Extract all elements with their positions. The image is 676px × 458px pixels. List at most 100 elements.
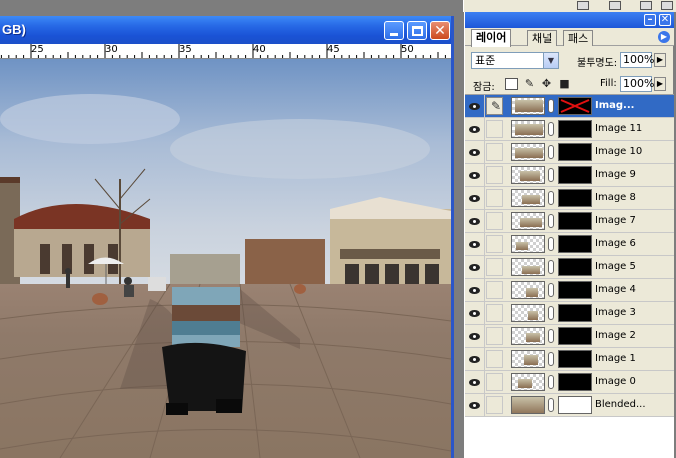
layer-visibility-toggle[interactable] (465, 348, 485, 370)
layer-visibility-toggle[interactable] (465, 256, 485, 278)
layer-row[interactable]: ✎ Imag... (465, 95, 674, 118)
fill-arrow-icon[interactable]: ▶ (654, 77, 666, 91)
chain-link-icon[interactable] (548, 352, 554, 366)
lock-icon[interactable]: ■ (558, 78, 571, 90)
layer-mask-thumbnail[interactable] (558, 327, 592, 345)
layer-thumbnail[interactable] (511, 189, 545, 207)
chevron-down-icon[interactable]: ▼ (543, 53, 558, 68)
layer-thumbnail[interactable] (511, 258, 545, 276)
layer-visibility-toggle[interactable] (465, 210, 485, 232)
layer-visibility-toggle[interactable] (465, 141, 485, 163)
layer-mask-thumbnail[interactable] (558, 396, 592, 414)
layer-row[interactable]: Image 8 (465, 187, 674, 210)
layer-visibility-toggle[interactable] (465, 279, 485, 301)
layer-thumbnail[interactable] (511, 281, 545, 299)
layer-mask-thumbnail[interactable] (558, 97, 592, 115)
layer-visibility-toggle[interactable] (465, 118, 485, 140)
layer-visibility-toggle[interactable] (465, 233, 485, 255)
chain-link-icon[interactable] (548, 145, 554, 159)
layer-row[interactable]: Image 4 (465, 279, 674, 302)
chain-link-icon[interactable] (548, 214, 554, 228)
panel-minimize-button[interactable]: – (644, 14, 656, 26)
layer-row[interactable]: Image 10 (465, 141, 674, 164)
chain-link-icon[interactable] (548, 191, 554, 205)
layer-link-toggle[interactable]: ✎ (486, 97, 503, 115)
layer-thumbnail[interactable] (511, 396, 545, 414)
layer-visibility-toggle[interactable] (465, 394, 485, 416)
layer-row[interactable]: Image 3 (465, 302, 674, 325)
chain-link-icon[interactable] (548, 122, 554, 136)
layer-link-toggle[interactable] (486, 212, 503, 230)
layer-row[interactable]: Image 11 (465, 118, 674, 141)
layer-mask-thumbnail[interactable] (558, 166, 592, 184)
layer-thumbnail[interactable] (511, 373, 545, 391)
layer-row[interactable]: Image 6 (465, 233, 674, 256)
layer-visibility-toggle[interactable] (465, 164, 485, 186)
layer-link-toggle[interactable] (486, 281, 503, 299)
layer-link-toggle[interactable] (486, 350, 503, 368)
layer-visibility-toggle[interactable] (465, 371, 485, 393)
layer-link-toggle[interactable] (486, 304, 503, 322)
layer-thumbnail[interactable] (511, 143, 545, 161)
layer-mask-thumbnail[interactable] (558, 120, 592, 138)
opacity-arrow-icon[interactable]: ▶ (654, 53, 666, 67)
chain-link-icon[interactable] (548, 398, 554, 412)
horizontal-ruler[interactable]: 25 30 35 40 45 50 (0, 44, 451, 59)
layer-link-toggle[interactable] (486, 327, 503, 345)
close-button[interactable]: ✕ (430, 21, 450, 40)
layer-visibility-toggle[interactable] (465, 95, 485, 117)
layer-mask-thumbnail[interactable] (558, 235, 592, 253)
blend-mode-select[interactable]: 표준 ▼ (471, 52, 559, 69)
layer-link-toggle[interactable] (486, 189, 503, 207)
layer-row[interactable]: Image 2 (465, 325, 674, 348)
tab-layers[interactable]: 레이어 (471, 29, 512, 47)
chain-link-icon[interactable] (548, 237, 554, 251)
grid-icon[interactable] (661, 1, 673, 10)
image-canvas[interactable] (0, 59, 451, 458)
layer-visibility-toggle[interactable] (465, 325, 485, 347)
layer-row[interactable]: Image 5 (465, 256, 674, 279)
layer-row[interactable]: Blended... (465, 394, 674, 417)
layer-thumbnail[interactable] (511, 304, 545, 322)
layer-thumbnail[interactable] (511, 212, 545, 230)
panel-menu-arrow-icon[interactable]: ▶ (658, 31, 670, 43)
opacity-input[interactable]: 100% (620, 52, 654, 68)
layer-mask-thumbnail[interactable] (558, 189, 592, 207)
maximize-button[interactable] (407, 21, 427, 40)
layer-visibility-toggle[interactable] (465, 302, 485, 324)
chain-link-icon[interactable] (548, 168, 554, 182)
palette-icon[interactable] (577, 1, 589, 10)
chain-link-icon[interactable] (548, 306, 554, 320)
minimize-button[interactable] (384, 21, 404, 40)
layer-thumbnail[interactable] (511, 166, 545, 184)
layer-link-toggle[interactable] (486, 166, 503, 184)
layer-row[interactable]: Image 9 (465, 164, 674, 187)
chain-link-icon[interactable] (548, 283, 554, 297)
panel-titlebar[interactable]: – ✕ (465, 12, 674, 28)
layer-mask-thumbnail[interactable] (558, 143, 592, 161)
layer-link-toggle[interactable] (486, 120, 503, 138)
chain-link-icon[interactable] (548, 329, 554, 343)
layer-thumbnail[interactable] (511, 120, 545, 138)
layer-thumbnail[interactable] (511, 350, 545, 368)
layer-mask-thumbnail[interactable] (558, 350, 592, 368)
layer-link-toggle[interactable] (486, 143, 503, 161)
chain-link-icon[interactable] (548, 375, 554, 389)
trash-icon[interactable] (640, 1, 652, 10)
panel-close-button[interactable]: ✕ (659, 14, 671, 26)
layer-mask-thumbnail[interactable] (558, 212, 592, 230)
lock-transparency-icon[interactable] (505, 78, 518, 90)
fill-input[interactable]: 100% (620, 76, 654, 92)
layer-visibility-toggle[interactable] (465, 187, 485, 209)
layer-link-toggle[interactable] (486, 258, 503, 276)
layer-mask-thumbnail[interactable] (558, 258, 592, 276)
layer-thumbnail[interactable] (511, 235, 545, 253)
layer-thumbnail[interactable] (511, 97, 545, 115)
tab-channels[interactable]: 채널 (527, 30, 558, 46)
layer-mask-thumbnail[interactable] (558, 304, 592, 322)
layer-row[interactable]: Image 1 (465, 348, 674, 371)
layer-link-toggle[interactable] (486, 396, 503, 414)
layer-row[interactable]: Image 0 (465, 371, 674, 394)
layer-thumbnail[interactable] (511, 327, 545, 345)
move-icon[interactable]: ✥ (540, 78, 553, 90)
